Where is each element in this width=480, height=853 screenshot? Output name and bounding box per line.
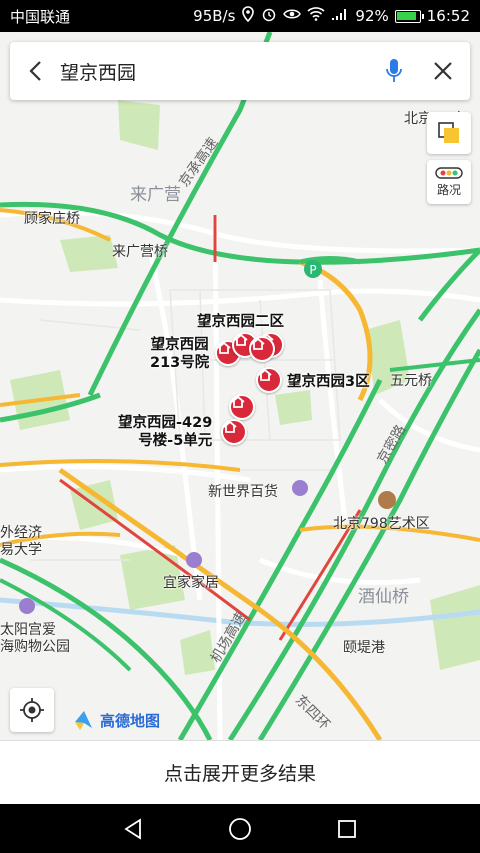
- expand-results-button[interactable]: 点击展开更多结果: [0, 740, 480, 804]
- map-view[interactable]: P 来广营 酒仙桥 京承高速 京密路 机场高速 东四环 顾家庄桥 来广营桥 五元…: [0, 32, 480, 740]
- carrier-label: 中国联通: [10, 7, 71, 26]
- clock-time: 16:52: [426, 7, 470, 25]
- square-recents-icon: [337, 819, 356, 838]
- poi-pin-429-b[interactable]: [221, 419, 247, 445]
- place-label-new-world-department-store: 新世界百货: [208, 484, 278, 500]
- close-icon: [434, 62, 452, 80]
- traffic-toggle-button[interactable]: 路况: [427, 160, 471, 204]
- place-label-laiguangying-bridge: 来广营桥: [112, 244, 168, 260]
- amap-logo: 高德地图: [72, 708, 160, 732]
- nav-back-button[interactable]: [113, 809, 153, 849]
- traffic-label: 路况: [436, 182, 461, 197]
- signal-icon: [331, 7, 349, 25]
- poi-label-wangjing-xiyuan-213[interactable]: 望京西园 213号院: [150, 336, 209, 372]
- map-layers-button[interactable]: [427, 112, 471, 154]
- nav-recents-button[interactable]: [327, 809, 367, 849]
- poi-label-line1: 望京西园: [150, 337, 209, 353]
- poi-pin-3qu[interactable]: [256, 367, 282, 393]
- search-input[interactable]: 望京西园: [60, 58, 372, 85]
- close-button[interactable]: [416, 42, 470, 100]
- traffic-light-icon: [435, 166, 463, 179]
- wifi-icon: [307, 7, 325, 25]
- place-label-ikea: 宜家家居: [163, 575, 219, 591]
- system-nav-bar: [0, 804, 480, 853]
- status-bar: 中国联通 95B/s 92% 16:52: [0, 0, 480, 32]
- layers-icon: [438, 122, 459, 143]
- district-label-laiguangying: 来广营: [130, 185, 181, 205]
- microphone-icon: [386, 59, 402, 82]
- poi-label-wangjing-xiyuan-2[interactable]: 望京西园二区: [197, 313, 284, 331]
- amap-logo-icon: [75, 711, 92, 730]
- place-label-wuyuan-bridge: 五元桥: [390, 373, 432, 389]
- back-arrow-icon: [29, 61, 41, 81]
- search-bar: 望京西园: [10, 42, 470, 100]
- poi-pin-erqu-c[interactable]: [249, 336, 275, 362]
- triangle-back-icon: [124, 817, 142, 840]
- poi-label-line2: 号楼-5单元: [138, 433, 213, 449]
- place-label-gujiazhuang-bridge: 顾家庄桥: [24, 211, 80, 227]
- poi-label-line1: 望京西园-429: [118, 415, 213, 431]
- network-speed: 95B/s: [193, 7, 236, 25]
- district-label-jiuxianqiao: 酒仙桥: [358, 587, 409, 607]
- nav-home-button[interactable]: [220, 809, 260, 849]
- circle-home-icon: [229, 817, 251, 840]
- voice-search-button[interactable]: [372, 42, 416, 100]
- alarm-icon: [261, 6, 277, 26]
- poi-pin-429-a[interactable]: [229, 394, 255, 420]
- place-label-indigo: 颐堤港: [343, 640, 385, 656]
- battery-percent: 92%: [355, 7, 389, 25]
- poi-label-wangjing-xiyuan-3[interactable]: 望京西园3区: [287, 373, 370, 391]
- amap-logo-text: 高德地图: [100, 711, 161, 730]
- expand-results-label: 点击展开更多结果: [163, 763, 316, 785]
- poi-label-line2: 213号院: [150, 355, 210, 371]
- eye-icon: [283, 7, 302, 25]
- svg-text:P: P: [309, 263, 316, 277]
- place-label-798-art-district: 北京798艺术区: [333, 516, 430, 532]
- place-label-taiyanggong-2: 海购物公园: [0, 639, 70, 655]
- place-label-uibe-2: 易大学: [0, 542, 42, 558]
- my-location-button[interactable]: [10, 688, 54, 732]
- battery-icon: [394, 9, 424, 23]
- back-button[interactable]: [10, 42, 60, 100]
- location-icon: [241, 6, 255, 26]
- poi-label-wangjing-xiyuan-429[interactable]: 望京西园-429 号楼-5单元: [118, 414, 212, 450]
- crosshair-icon: [20, 698, 44, 722]
